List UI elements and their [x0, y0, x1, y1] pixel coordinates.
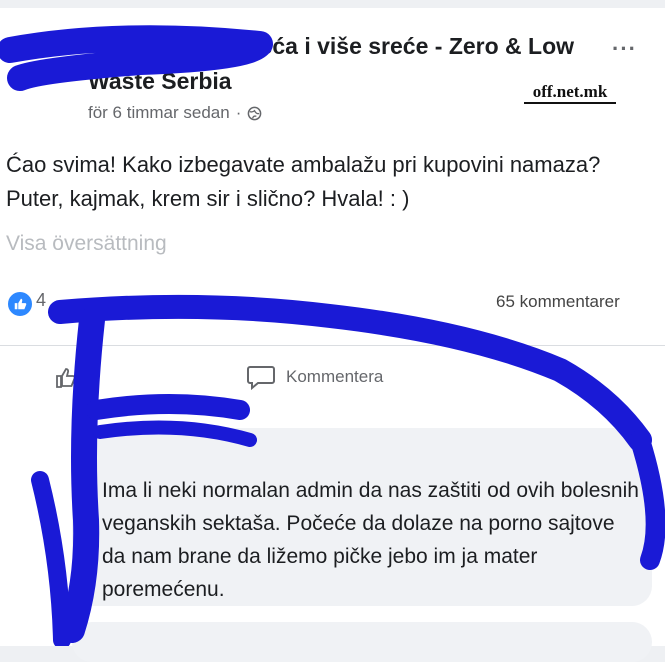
- actions-divider: [0, 345, 665, 346]
- more-options-icon[interactable]: ···: [612, 36, 637, 62]
- arrow-right-icon: ▶: [100, 38, 115, 58]
- see-translation-link[interactable]: Visa översättning: [6, 232, 167, 256]
- commenter-name[interactable]: [112, 446, 117, 466]
- comment-text: Ima li neki normalan admin da nas zaštit…: [102, 479, 639, 601]
- comment-button-label: Kommentera: [286, 367, 384, 386]
- meta-separator: ·: [235, 103, 242, 122]
- share-button-label[interactable]: la: [578, 368, 591, 388]
- comment-button[interactable]: Kommentera: [246, 364, 383, 390]
- next-comment-bubble: [72, 622, 652, 662]
- like-reaction-icon[interactable]: [6, 290, 34, 318]
- post-timestamp[interactable]: för 6 timmar sedan: [88, 103, 230, 123]
- like-count[interactable]: 4: [36, 290, 46, 311]
- group-name-link[interactable]: Za manje smeća i više sreće - Zero & Low…: [88, 33, 574, 94]
- author-name[interactable]: [88, 33, 94, 59]
- comments-count-link[interactable]: 65 kommentarer: [496, 292, 620, 312]
- globe-icon: [248, 106, 262, 120]
- thumbs-up-icon: [56, 368, 76, 388]
- post-body-text: Ćao svima! Kako izbegavate ambalažu pri …: [6, 152, 601, 211]
- watermark: off.net.mk: [524, 82, 616, 104]
- comment-icon: [247, 366, 275, 390]
- post-meta: för 6 timmar sedan ·: [88, 103, 262, 123]
- like-button[interactable]: [54, 366, 78, 395]
